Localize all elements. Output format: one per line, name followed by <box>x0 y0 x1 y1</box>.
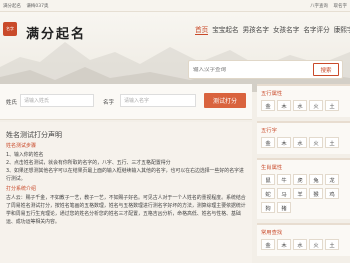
zodiac-tag[interactable]: 龙 <box>325 174 339 185</box>
zodiac-tag[interactable]: 猴 <box>309 188 323 199</box>
zodiac-tag[interactable]: 猪 <box>277 202 291 213</box>
wuxing-tag[interactable]: 金 <box>261 100 275 111</box>
common-box: 常用查找 金 木 水 火 土 <box>257 223 350 256</box>
common-tag[interactable]: 木 <box>277 239 291 250</box>
main-nav: 首页 宝宝起名 男孩名字 女孩名字 名字评分 康熙字典 <box>195 24 350 35</box>
zodiac-tag[interactable]: 牛 <box>277 174 291 185</box>
search-input[interactable] <box>189 66 313 73</box>
step-item: 2、点击姓名测试，就会有你所取的名字的，八字、五行、三才五格配置得分 <box>6 160 171 166</box>
common-tag[interactable]: 火 <box>309 239 323 250</box>
zodiac-tag[interactable]: 兔 <box>309 174 323 185</box>
topbar-site-name[interactable]: 满分起名 <box>3 4 21 9</box>
name-input[interactable]: 请输入名字 <box>120 94 196 107</box>
zodiac-title: 生肖属性 <box>261 165 283 171</box>
topbar-link[interactable]: 谦梅037奥 <box>26 4 48 9</box>
zodiac-tag[interactable]: 蛇 <box>261 188 275 199</box>
wuxing-char-title: 五行字 <box>261 128 277 134</box>
zodiac-box: 生肖属性 鼠 牛 虎 兔 龙 蛇 马 羊 猴 鸡 狗 猪 <box>257 158 350 219</box>
wuxing-tag[interactable]: 木 <box>277 100 291 111</box>
wuxing-char-tag[interactable]: 水 <box>293 137 307 148</box>
wuxing-tag[interactable]: 水 <box>293 100 307 111</box>
common-tag[interactable]: 水 <box>293 239 307 250</box>
step-item: 3、如果还想测其他名字可以在结果页最上面的输入框继续输入其他的名字，也可以在右边… <box>6 168 244 182</box>
nav-home[interactable]: 首页 <box>195 24 209 35</box>
wuxing-char-box: 五行字 金 木 水 火 土 <box>257 121 350 154</box>
wuxing-tag[interactable]: 火 <box>309 100 323 111</box>
name-test-form: 姓氏 请输入姓氏 名字 请输入名字 测试打分 <box>0 84 252 120</box>
article-panel: 姓名测试打分声明 姓名测试步骤 1、输入你的姓名 2、点击姓名测试，就会有你所取… <box>0 122 252 263</box>
article-heading: 姓名测试打分声明 <box>6 131 62 139</box>
zodiac-tag[interactable]: 狗 <box>261 202 275 213</box>
intro-text: 古人云：赐子千金，不如教子一艺，教子一艺，不如赐子好名。可见古人对于一个人姓名的… <box>6 195 246 225</box>
top-bar: 满分起名 谦梅037奥 八字查询 取名字 <box>0 0 350 12</box>
search-button[interactable]: 搜索 <box>313 63 339 76</box>
surname-label: 姓氏 <box>6 100 18 106</box>
wuxing-char-tag[interactable]: 金 <box>261 137 275 148</box>
topbar-bazi-link[interactable]: 八字查询 <box>310 4 328 9</box>
wuxing-box: 五行属性 金 木 水 火 土 <box>257 84 350 117</box>
wuxing-char-tag[interactable]: 木 <box>277 137 291 148</box>
surname-input[interactable]: 请输入姓氏 <box>20 94 94 107</box>
wuxing-char-tag[interactable]: 土 <box>325 137 339 148</box>
nav-baby-naming[interactable]: 宝宝起名 <box>212 24 238 35</box>
nav-boy-names[interactable]: 男孩名字 <box>243 24 269 35</box>
zodiac-tag[interactable]: 鸡 <box>325 188 339 199</box>
step-item: 1、输入你的姓名 <box>6 152 44 158</box>
zodiac-tag[interactable]: 鼠 <box>261 174 275 185</box>
test-score-button[interactable]: 测试打分 <box>204 93 246 108</box>
zodiac-tag[interactable]: 马 <box>277 188 291 199</box>
wuxing-title: 五行属性 <box>261 91 283 97</box>
wuxing-char-tag[interactable]: 火 <box>309 137 323 148</box>
header: 名字 满分起名 首页 宝宝起名 男孩名字 女孩名字 名字评分 康熙字典 搜索 <box>0 12 350 92</box>
intro-section-title: 打分系统介绍 <box>6 186 37 192</box>
search-box: 搜索 <box>188 60 343 79</box>
common-tag[interactable]: 金 <box>261 239 275 250</box>
zodiac-tag[interactable]: 虎 <box>293 174 307 185</box>
nav-kangxi[interactable]: 康熙字典 <box>334 24 350 35</box>
common-tag[interactable]: 土 <box>325 239 339 250</box>
logo-seal-text: 名字 <box>6 26 14 31</box>
zodiac-tag[interactable]: 羊 <box>293 188 307 199</box>
logo-seal-icon: 名字 <box>3 22 17 36</box>
sidebar: 五行属性 金 木 水 火 土 五行字 金 木 水 火 土 生肖属性 鼠 牛 虎 … <box>257 84 350 260</box>
nav-girl-names[interactable]: 女孩名字 <box>273 24 299 35</box>
nav-name-score[interactable]: 名字评分 <box>303 24 329 35</box>
wuxing-tag[interactable]: 土 <box>325 100 339 111</box>
steps-section-title: 姓名测试步骤 <box>6 143 37 149</box>
topbar-naming-link[interactable]: 取名字 <box>334 4 348 9</box>
site-logo[interactable]: 满分起名 <box>26 23 86 42</box>
name-label: 名字 <box>103 100 115 106</box>
common-title: 常用查找 <box>261 230 283 236</box>
